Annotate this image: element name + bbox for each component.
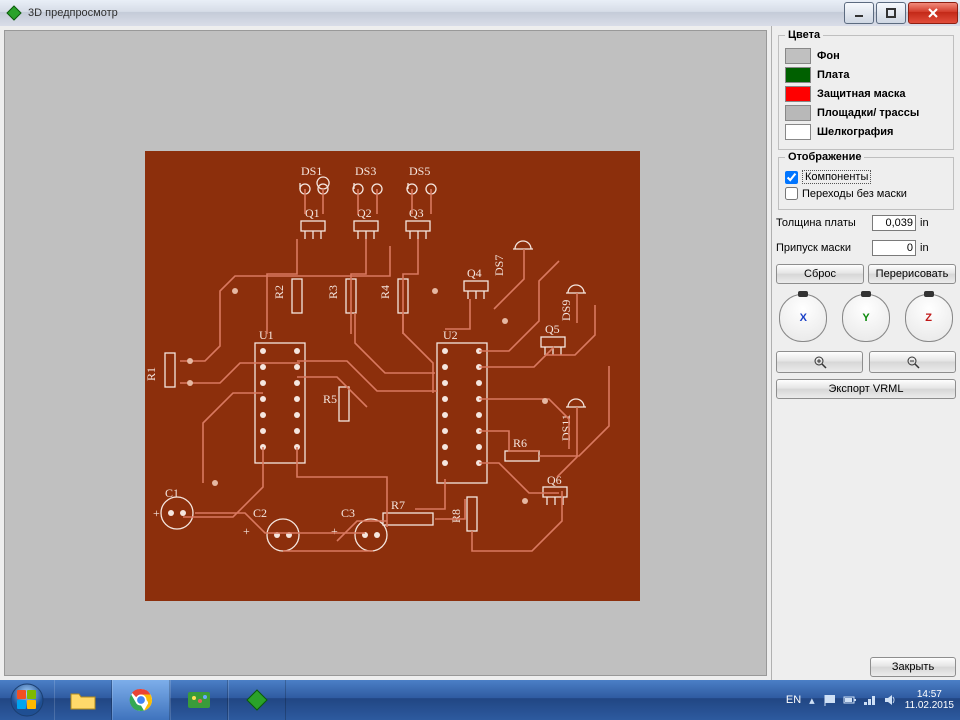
svg-text:R1: R1 — [144, 367, 158, 381]
axis-z-dial[interactable]: Z — [905, 294, 953, 342]
minimize-button[interactable] — [844, 2, 874, 24]
side-panel: Цвета Фон Плата Защитная маска Площадки/… — [771, 26, 960, 680]
taskbar-item-app1[interactable] — [170, 680, 228, 720]
color-row-background[interactable]: Фон — [785, 48, 947, 64]
system-tray[interactable]: EN ▴ 14:57 11.02.2015 — [780, 680, 960, 720]
zoom-in-icon — [813, 355, 827, 369]
app-icon — [6, 5, 22, 21]
svg-text:Q1: Q1 — [305, 206, 320, 220]
colors-group: Цвета Фон Плата Защитная маска Площадки/… — [778, 29, 954, 150]
color-row-silk[interactable]: Шелкография — [785, 124, 947, 140]
volume-icon[interactable] — [883, 693, 897, 707]
vias-nomask-checkbox[interactable] — [785, 187, 798, 200]
swatch-background[interactable] — [785, 48, 811, 64]
color-row-pads[interactable]: Площадки/ трассы — [785, 105, 947, 121]
svg-text:DS9: DS9 — [559, 300, 573, 321]
svg-text:R6: R6 — [513, 436, 527, 450]
vias-label: Переходы без маски — [802, 188, 907, 200]
components-checkbox[interactable] — [785, 171, 798, 184]
svg-text:Q5: Q5 — [545, 322, 560, 336]
components-label: Компоненты — [802, 170, 871, 184]
window-title: 3D предпросмотр — [28, 7, 118, 19]
svg-text:Q2: Q2 — [357, 206, 372, 220]
svg-text:R8: R8 — [449, 509, 463, 523]
mask-allow-unit: in — [920, 242, 934, 254]
zoom-out-icon — [906, 355, 920, 369]
folder-icon — [69, 689, 97, 711]
svg-text:DS7: DS7 — [492, 255, 506, 276]
taskbar-item-explorer[interactable] — [54, 680, 112, 720]
svg-text:R2: R2 — [272, 285, 286, 299]
chrome-icon — [129, 688, 153, 712]
color-row-mask[interactable]: Защитная маска — [785, 86, 947, 102]
reset-button[interactable]: Сброс — [776, 264, 864, 284]
colors-legend: Цвета — [785, 29, 823, 41]
svg-text:R4: R4 — [378, 285, 392, 299]
tray-icons — [823, 693, 897, 707]
start-button[interactable] — [0, 680, 54, 720]
svg-text:DS5: DS5 — [409, 164, 430, 178]
swatch-board[interactable] — [785, 67, 811, 83]
axis-y-dial[interactable]: Y — [842, 294, 890, 342]
thickness-input[interactable] — [872, 215, 916, 231]
tray-language[interactable]: EN — [786, 694, 801, 706]
zoom-in-button[interactable] — [776, 351, 863, 373]
taskbar-item-app2[interactable] — [228, 680, 286, 720]
svg-text:U2: U2 — [443, 328, 458, 342]
svg-text:R3: R3 — [326, 285, 340, 299]
pcb-3d-viewport[interactable]: DS1 DS3 DS5 Q1 Q2 Q3 R2 R3 — [4, 30, 767, 676]
windows-orb-icon — [10, 683, 44, 717]
swatch-silk[interactable] — [785, 124, 811, 140]
svg-text:C2: C2 — [253, 506, 267, 520]
display-legend: Отображение — [785, 151, 864, 163]
network-icon[interactable] — [863, 693, 877, 707]
svg-text:DS1: DS1 — [301, 164, 322, 178]
palette-icon — [186, 689, 212, 711]
mask-allow-input[interactable] — [872, 240, 916, 256]
zoom-out-button[interactable] — [869, 351, 956, 373]
thickness-label: Толщина платы — [776, 217, 868, 229]
svg-text:C3: C3 — [341, 506, 355, 520]
swatch-mask[interactable] — [785, 86, 811, 102]
display-group: Отображение Компоненты Переходы без маск… — [778, 151, 954, 210]
svg-text:+: + — [243, 524, 250, 538]
tray-show-hidden-icon[interactable]: ▴ — [809, 694, 815, 707]
titlebar: 3D предпросмотр — [0, 0, 960, 27]
redraw-button[interactable]: Перерисовать — [868, 264, 956, 284]
status-bar — [776, 660, 864, 674]
taskbar[interactable]: EN ▴ 14:57 11.02.2015 — [0, 680, 960, 720]
export-vrml-button[interactable]: Экспорт VRML — [776, 379, 956, 399]
swatch-pads[interactable] — [785, 105, 811, 121]
flag-icon[interactable] — [823, 693, 837, 707]
thickness-unit: in — [920, 217, 934, 229]
svg-text:DS3: DS3 — [355, 164, 376, 178]
svg-text:Q4: Q4 — [467, 266, 482, 280]
tray-clock[interactable]: 14:57 11.02.2015 — [905, 689, 954, 711]
svg-text:+: + — [331, 524, 338, 538]
svg-text:R7: R7 — [391, 498, 405, 512]
battery-icon[interactable] — [843, 693, 857, 707]
diamond-icon — [245, 688, 269, 712]
axis-x-dial[interactable]: X — [779, 294, 827, 342]
maximize-button[interactable] — [876, 2, 906, 24]
color-row-board[interactable]: Плата — [785, 67, 947, 83]
svg-text:DS11: DS11 — [559, 414, 573, 441]
mask-allow-label: Припуск маски — [776, 242, 868, 254]
svg-text:+: + — [153, 506, 160, 520]
close-button[interactable]: Закрыть — [870, 657, 956, 677]
taskbar-item-chrome[interactable] — [112, 680, 170, 720]
svg-text:R5: R5 — [323, 392, 337, 406]
close-window-button[interactable] — [908, 2, 958, 24]
